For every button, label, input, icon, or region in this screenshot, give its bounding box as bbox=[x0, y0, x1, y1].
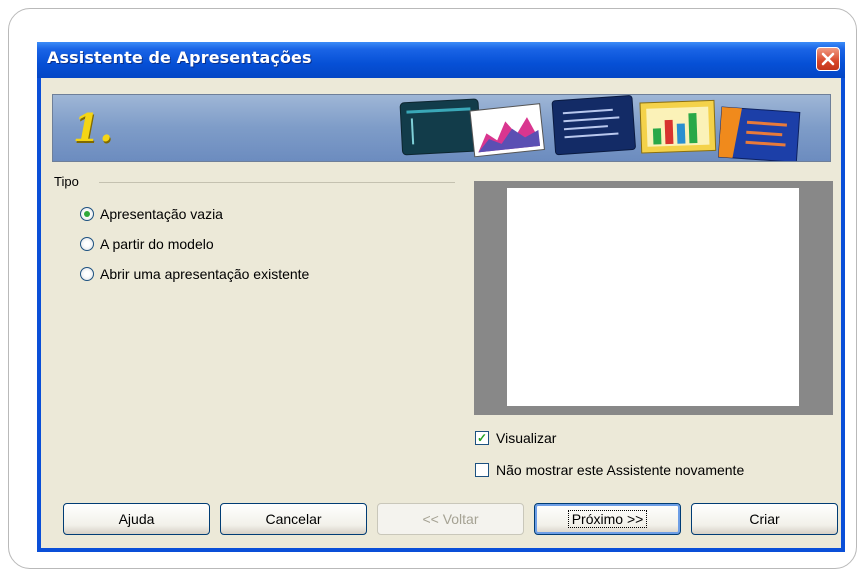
preview-slide bbox=[507, 188, 799, 406]
wizard-banner: 1. bbox=[52, 94, 831, 162]
back-button[interactable]: << Voltar bbox=[377, 503, 524, 535]
dont-show-checkbox-row[interactable]: Não mostrar este Assistente novamente bbox=[475, 459, 744, 481]
close-icon bbox=[821, 52, 835, 66]
create-button-label: Criar bbox=[749, 511, 780, 527]
checkbox-unchecked-icon[interactable] bbox=[475, 463, 489, 477]
radio-label-template: A partir do modelo bbox=[100, 236, 214, 252]
next-button-label: Próximo >> bbox=[567, 510, 648, 528]
step-number: 1. bbox=[73, 105, 113, 150]
checkbox-checked-icon[interactable]: ✓ bbox=[475, 431, 489, 445]
radio-empty-presentation[interactable]: Apresentação vazia bbox=[80, 203, 223, 225]
next-button[interactable]: Próximo >> bbox=[534, 503, 681, 535]
wizard-window: Assistente de Apresentações 1. Tipo Apre… bbox=[37, 42, 845, 552]
help-button[interactable]: Ajuda bbox=[63, 503, 210, 535]
radio-label-open-existing: Abrir uma apresentação existente bbox=[100, 266, 310, 282]
preview-checkbox-label: Visualizar bbox=[496, 430, 557, 446]
help-button-label: Ajuda bbox=[118, 511, 155, 527]
cancel-button[interactable]: Cancelar bbox=[220, 503, 367, 535]
radio-selected-icon[interactable] bbox=[80, 207, 94, 221]
group-divider bbox=[99, 182, 455, 183]
radio-from-template[interactable]: A partir do modelo bbox=[80, 233, 214, 255]
back-button-label: << Voltar bbox=[422, 511, 479, 527]
title-bar[interactable]: Assistente de Apresentações bbox=[37, 42, 845, 78]
radio-unselected-icon[interactable] bbox=[80, 267, 94, 281]
window-title: Assistente de Apresentações bbox=[47, 48, 312, 67]
type-group-label: Tipo bbox=[54, 174, 83, 189]
close-button[interactable] bbox=[816, 47, 840, 71]
radio-open-existing[interactable]: Abrir uma apresentação existente bbox=[80, 263, 309, 285]
dont-show-checkbox-label: Não mostrar este Assistente novamente bbox=[496, 462, 745, 478]
banner-slides-illustration bbox=[399, 95, 801, 161]
preview-checkbox-row[interactable]: ✓ Visualizar bbox=[475, 427, 556, 449]
cancel-button-label: Cancelar bbox=[265, 511, 322, 527]
dialog-body: 1. Tipo Apresentação vazia A partir do m… bbox=[41, 78, 841, 548]
radio-unselected-icon[interactable] bbox=[80, 237, 94, 251]
create-button[interactable]: Criar bbox=[691, 503, 838, 535]
radio-label-empty: Apresentação vazia bbox=[100, 206, 223, 222]
